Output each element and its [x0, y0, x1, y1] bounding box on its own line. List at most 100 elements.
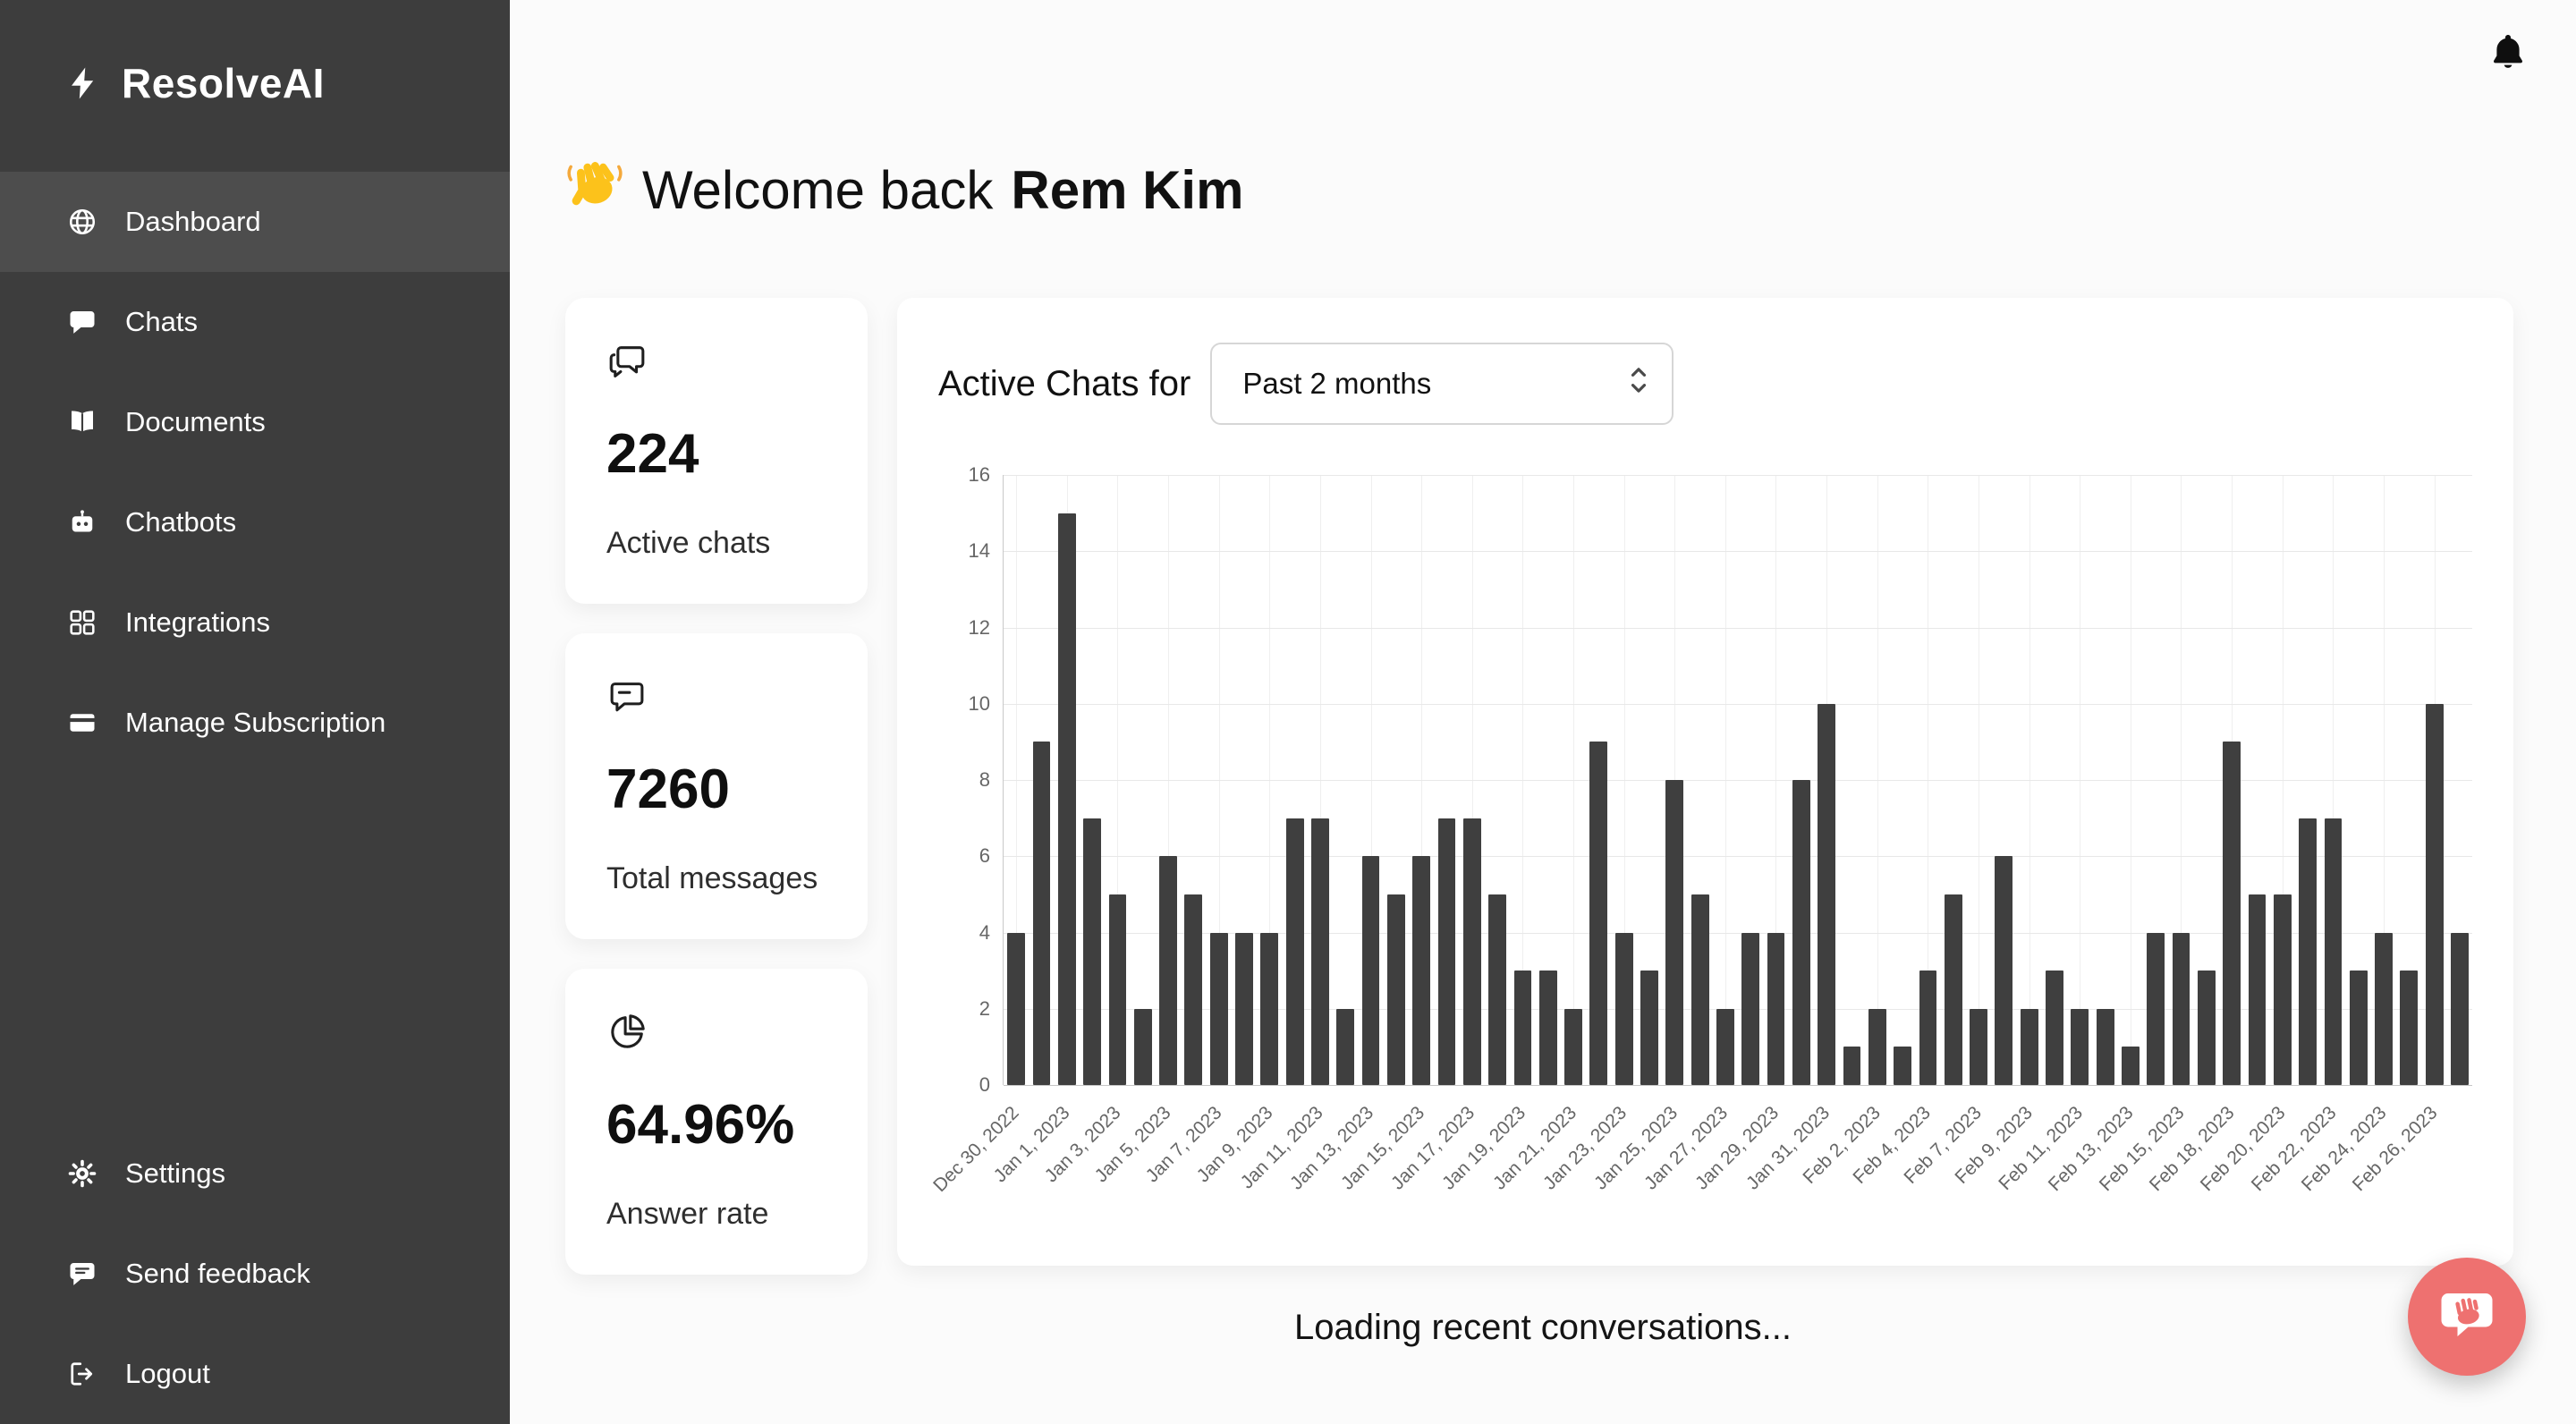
chart-bar[interactable] [1792, 780, 1810, 1085]
chart-bar[interactable] [1564, 1009, 1582, 1085]
bar-slot [1738, 475, 1763, 1085]
chart-bar[interactable] [1514, 971, 1532, 1085]
chart-bar[interactable] [1311, 818, 1329, 1085]
chart-bar[interactable] [2198, 971, 2216, 1085]
feedback-bubble-icon [66, 1258, 98, 1290]
notifications-bell-icon[interactable] [2487, 30, 2529, 73]
bar-slot [2346, 475, 2371, 1085]
bar-slot [1485, 475, 1510, 1085]
chart-bars: Dec 30, 2022Jan 1, 2023Jan 3, 2023Jan 5,… [1004, 475, 2472, 1085]
chart-bar[interactable] [2350, 971, 2368, 1085]
chart-bar[interactable] [1945, 894, 1962, 1085]
chart-bar[interactable] [2147, 933, 2165, 1086]
chart-bar[interactable] [1286, 818, 1304, 1085]
chart-bar[interactable] [1387, 894, 1405, 1085]
chart-bar[interactable] [1463, 818, 1481, 1085]
grid-icon [66, 606, 98, 639]
chart-bar[interactable] [1159, 856, 1177, 1085]
chart-bar[interactable] [2249, 894, 2267, 1085]
stat-value: 64.96% [606, 1093, 826, 1157]
chart-bar[interactable] [1640, 971, 1658, 1085]
chart-bar[interactable] [1868, 1009, 1886, 1085]
chart-bar[interactable] [1691, 894, 1709, 1085]
chart-bar[interactable] [1741, 933, 1759, 1086]
chart-bar[interactable] [2097, 1009, 2114, 1085]
chart-bar[interactable] [2426, 704, 2444, 1085]
chart-bar[interactable] [2046, 971, 2063, 1085]
chart-bar[interactable] [1033, 742, 1051, 1085]
y-tick-label: 10 [969, 692, 990, 716]
sidebar-item-logout[interactable]: Logout [0, 1324, 510, 1424]
chat-widget-button[interactable] [2408, 1258, 2526, 1376]
sidebar-item-documents[interactable]: Documents [0, 372, 510, 472]
chart-bar[interactable] [2071, 1009, 2089, 1085]
bar-slot: Feb 24, 2023 [2371, 475, 2396, 1085]
bar-slot: Jan 15, 2023 [1409, 475, 1434, 1085]
chart-bar[interactable] [1843, 1047, 1861, 1085]
chart-bar[interactable] [1818, 704, 1835, 1085]
chart-bar[interactable] [1083, 818, 1101, 1085]
chart-bar[interactable] [2400, 971, 2418, 1085]
y-tick-label: 0 [979, 1073, 990, 1097]
chart-bar[interactable] [2223, 742, 2241, 1085]
y-tick-label: 8 [979, 768, 990, 792]
chart-bar[interactable] [1970, 1009, 1987, 1085]
bar-slot [2194, 475, 2219, 1085]
chart-bar[interactable] [1184, 894, 1202, 1085]
bar-slot: Jan 31, 2023 [1814, 475, 1839, 1085]
sidebar-item-label: Chatbots [125, 506, 236, 538]
chart-bar[interactable] [1615, 933, 1633, 1086]
chart-bar[interactable] [1995, 856, 2012, 1085]
sidebar-item-send-feedback[interactable]: Send feedback [0, 1224, 510, 1324]
chart-bar[interactable] [2274, 894, 2292, 1085]
chart-bar[interactable] [2325, 818, 2343, 1085]
y-tick-label: 12 [969, 616, 990, 640]
chart-bar[interactable] [1235, 933, 1253, 1086]
bar-slot [1637, 475, 1662, 1085]
chart-bar[interactable] [1210, 933, 1228, 1086]
chart-bar[interactable] [1919, 971, 1937, 1085]
sidebar-item-settings[interactable]: Settings [0, 1123, 510, 1224]
chart-bar[interactable] [2122, 1047, 2140, 1085]
sidebar: ResolveAI Dashboard Chats [0, 0, 510, 1424]
chart-bar[interactable] [1058, 513, 1076, 1085]
stat-label: Active chats [606, 526, 826, 561]
chart-bar[interactable] [1109, 894, 1127, 1085]
sidebar-item-dashboard[interactable]: Dashboard [0, 172, 510, 272]
stats-column: 224 Active chats 7260 Total messages 64.… [565, 298, 868, 1275]
chart-bar[interactable] [1894, 1047, 1911, 1085]
chart-bar[interactable] [2375, 933, 2393, 1086]
chart-bar[interactable] [1412, 856, 1430, 1085]
bar-slot [2092, 475, 2117, 1085]
chart-bar[interactable] [1488, 894, 1506, 1085]
chart-bar[interactable] [1438, 818, 1456, 1085]
chart-bar[interactable] [2173, 933, 2190, 1086]
stat-value: 7260 [606, 758, 826, 821]
chart-bar[interactable] [1336, 1009, 1354, 1085]
sidebar-item-integrations[interactable]: Integrations [0, 572, 510, 673]
stat-card-active-chats: 224 Active chats [565, 298, 868, 604]
chart-bar[interactable] [1007, 933, 1025, 1086]
bar-slot: Jan 17, 2023 [1460, 475, 1485, 1085]
chart-bar[interactable] [1539, 971, 1557, 1085]
chart-bar[interactable] [2021, 1009, 2038, 1085]
sidebar-item-chatbots[interactable]: Chatbots [0, 472, 510, 572]
bar-slot [1384, 475, 1409, 1085]
gear-icon [66, 1157, 98, 1190]
y-axis: 0246810121416 [897, 475, 990, 1085]
sidebar-item-label: Integrations [125, 606, 270, 639]
chart-bar[interactable] [1260, 933, 1278, 1086]
sidebar-item-chats[interactable]: Chats [0, 272, 510, 372]
chart-bar[interactable] [1362, 856, 1380, 1085]
date-range-select[interactable]: Past 2 months [1210, 343, 1674, 425]
bar-slot: Feb 26, 2023 [2422, 475, 2447, 1085]
chart-bar[interactable] [2451, 933, 2469, 1086]
bar-slot [1839, 475, 1864, 1085]
chart-bar[interactable] [1767, 933, 1785, 1086]
chart-bar[interactable] [1589, 742, 1607, 1085]
sidebar-item-manage-subscription[interactable]: Manage Subscription [0, 673, 510, 773]
chart-bar[interactable] [2299, 818, 2317, 1085]
chart-bar[interactable] [1134, 1009, 1152, 1085]
chart-bar[interactable] [1665, 780, 1683, 1085]
chart-bar[interactable] [1716, 1009, 1734, 1085]
